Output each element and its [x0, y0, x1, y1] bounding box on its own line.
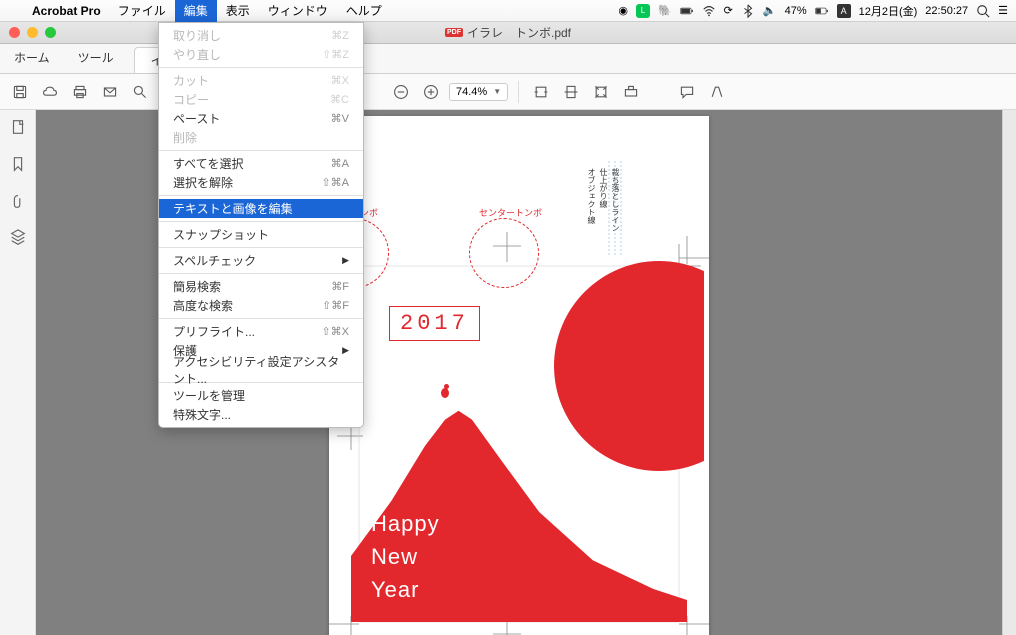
menu-snapshot[interactable]: スナップショット — [159, 225, 363, 244]
title-text: イラレ トンボ.pdf — [467, 24, 571, 41]
fit-page-icon[interactable] — [559, 80, 583, 104]
zoom-dropdown[interactable]: 74.4% ▼ — [449, 83, 508, 101]
evernote-icon[interactable]: 🐘 — [658, 4, 672, 17]
print-icon[interactable] — [68, 80, 92, 104]
greeting-line-2: New — [371, 540, 440, 573]
menu-edit-text-images[interactable]: テキストと画像を編集 — [159, 199, 363, 218]
year-box: 2017 — [389, 306, 480, 341]
bookmark-panel-icon[interactable] — [9, 155, 27, 178]
menu-preflight[interactable]: プリフライト...⇧⌘X — [159, 322, 363, 341]
pdf-badge: PDF — [445, 28, 463, 37]
document-title: PDF イラレ トンボ.pdf — [445, 24, 571, 41]
battery-text: 47% — [785, 5, 807, 17]
menu-delete: 削除 — [159, 128, 363, 147]
menu-select-all[interactable]: すべてを選択⌘A — [159, 154, 363, 173]
cloud-icon[interactable] — [38, 80, 62, 104]
read-mode-icon[interactable] — [619, 80, 643, 104]
battery-icon[interactable] — [680, 4, 694, 18]
chevron-down-icon: ▼ — [493, 87, 501, 96]
year-text: 2017 — [400, 311, 469, 336]
pdf-page: トンボ センタートンボ 裁ち落としライン 仕上がり線 オブジェクト線 — [329, 116, 709, 635]
menu-undo: 取り消し⌘Z — [159, 26, 363, 45]
edit-menu-dropdown: 取り消し⌘Z やり直し⇧⌘Z カット⌘X コピー⌘C ペースト⌘V 削除 すべて… — [158, 22, 364, 428]
zoom-value: 74.4% — [456, 86, 487, 98]
layers-panel-icon[interactable] — [9, 229, 27, 252]
rooster-icon — [439, 384, 451, 398]
menu-spellcheck[interactable]: スペルチェック▶ — [159, 251, 363, 270]
attachment-panel-icon[interactable] — [9, 192, 27, 215]
menu-view[interactable]: 表示 — [217, 0, 259, 22]
window-titlebar: PDF イラレ トンボ.pdf — [0, 22, 1016, 44]
fit-width-icon[interactable] — [529, 80, 553, 104]
time-text: 22:50:27 — [925, 5, 968, 17]
battery-small-icon[interactable] — [815, 4, 829, 18]
greeting-line-1: Happy — [371, 507, 440, 540]
menu-manage-tools[interactable]: ツールを管理 — [159, 386, 363, 405]
menu-cut: カット⌘X — [159, 71, 363, 90]
zoom-window[interactable] — [45, 27, 56, 38]
tab-bar: ホーム ツール イラ — [0, 44, 1016, 74]
tools-button[interactable]: ツール — [64, 43, 128, 73]
cc-icon[interactable]: ◉ — [618, 4, 628, 17]
menubar-status: ◉ L 🐘 ⟳ 🔈 47% A 12月2日(金) 22:50:27 ☰ — [618, 3, 1016, 19]
greeting-text: Happy New Year — [371, 507, 440, 606]
app-name[interactable]: Acrobat Pro — [24, 4, 109, 18]
menu-find[interactable]: 簡易検索⌘F — [159, 277, 363, 296]
pages-panel-icon[interactable] — [9, 118, 27, 141]
spotlight-icon[interactable] — [976, 4, 990, 18]
greeting-line-3: Year — [371, 573, 440, 606]
close-window[interactable] — [9, 27, 20, 38]
menu-deselect[interactable]: 選択を解除⇧⌘A — [159, 173, 363, 192]
menu-file[interactable]: ファイル — [109, 0, 175, 22]
menu-advanced-find[interactable]: 高度な検索⇧⌘F — [159, 296, 363, 315]
macos-menubar: Acrobat Pro ファイル 編集 表示 ウィンドウ ヘルプ ◉ L 🐘 ⟳… — [0, 0, 1016, 22]
minimize-window[interactable] — [27, 27, 38, 38]
home-button[interactable]: ホーム — [0, 43, 64, 73]
traffic-lights — [0, 27, 56, 38]
left-rail — [0, 110, 36, 635]
sync-icon[interactable]: ⟳ — [724, 4, 733, 17]
vertical-scrollbar[interactable] — [1002, 110, 1016, 635]
save-icon[interactable] — [8, 80, 32, 104]
menu-copy: コピー⌘C — [159, 90, 363, 109]
search-icon[interactable] — [128, 80, 152, 104]
main-area: トンボ センタートンボ 裁ち落としライン 仕上がり線 オブジェクト線 — [0, 110, 1016, 635]
zoom-out-icon[interactable] — [389, 80, 413, 104]
menu-edit[interactable]: 編集 — [175, 0, 217, 22]
input-mode[interactable]: A — [837, 4, 851, 18]
menu-paste[interactable]: ペースト⌘V — [159, 109, 363, 128]
zoom-in-icon[interactable] — [419, 80, 443, 104]
highlight-icon[interactable] — [705, 80, 729, 104]
fit-height-icon[interactable] — [589, 80, 613, 104]
menu-help[interactable]: ヘルプ — [337, 0, 391, 22]
wifi-icon[interactable] — [702, 4, 716, 18]
date-text: 12月2日(金) — [859, 3, 918, 19]
menu-window[interactable]: ウィンドウ — [259, 0, 337, 22]
mail-icon[interactable] — [98, 80, 122, 104]
notification-icon[interactable]: ☰ — [998, 4, 1008, 17]
toolbar: 74.4% ▼ — [0, 74, 1016, 110]
comment-icon[interactable] — [675, 80, 699, 104]
volume-icon[interactable]: 🔈 — [763, 4, 777, 17]
menu-redo: やり直し⇧⌘Z — [159, 45, 363, 64]
line-icon[interactable]: L — [636, 4, 650, 18]
bluetooth-icon[interactable] — [741, 4, 755, 18]
menu-special-chars[interactable]: 特殊文字... — [159, 405, 363, 424]
menu-accessibility[interactable]: アクセシビリティ設定アシスタント... — [159, 360, 363, 379]
